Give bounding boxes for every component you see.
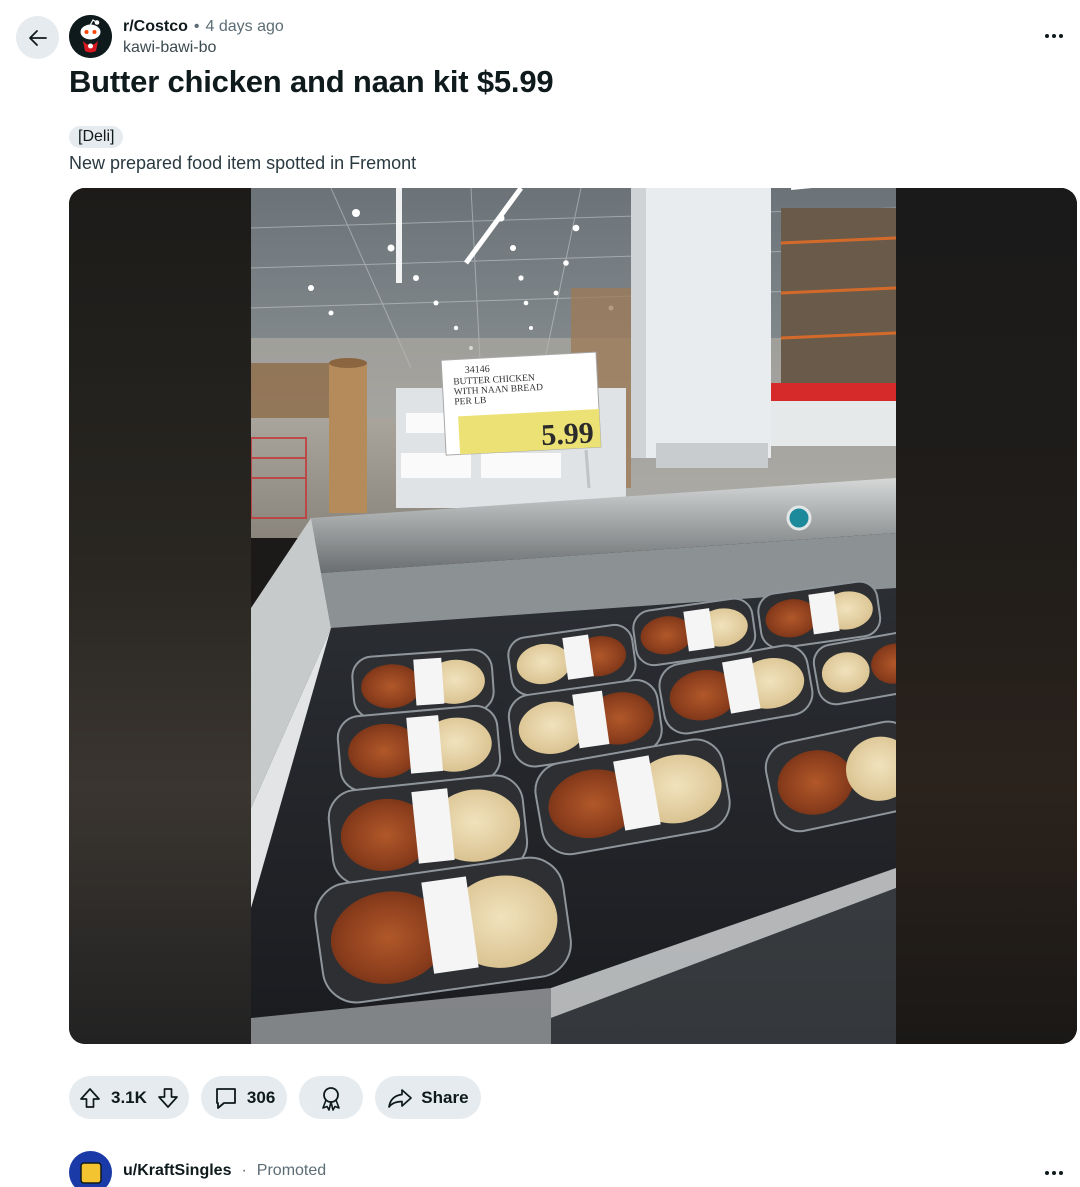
promoted-meta: u/KraftSingles · Promoted (123, 1162, 326, 1180)
post-time: 4 days ago (205, 18, 284, 35)
meta-separator: • (193, 18, 200, 35)
promoted-label: Promoted (256, 1162, 327, 1179)
promoted-user-link[interactable]: u/KraftSingles (123, 1162, 231, 1180)
vote-count: 3.1K (111, 1087, 147, 1107)
image-blur-right (895, 188, 1077, 1044)
share-arrow-icon (388, 1088, 413, 1108)
cheese-slice-icon (79, 1161, 102, 1184)
award-button[interactable] (299, 1076, 364, 1119)
back-button[interactable] (16, 16, 59, 59)
promoted-more-button[interactable] (1042, 1163, 1066, 1183)
post-title[interactable]: Butter chicken and naan kit $5.99 (69, 64, 554, 100)
sign-price: 5.99 (540, 416, 594, 452)
downvote-arrow-icon[interactable] (157, 1087, 179, 1109)
upvote-arrow-icon[interactable] (79, 1087, 101, 1109)
subreddit-avatar[interactable] (69, 15, 112, 58)
comments-button[interactable]: 306 (200, 1076, 288, 1119)
comment-bubble-icon (216, 1087, 236, 1109)
comment-count: 306 (246, 1087, 276, 1107)
sign-line-3: PER LB (454, 396, 486, 408)
snoo-avatar-icon (69, 15, 112, 58)
vote-control: 3.1K (69, 1076, 189, 1119)
post-body: New prepared food item spotted in Fremon… (69, 153, 417, 173)
arrow-left-icon (28, 29, 47, 46)
post-meta: r/Costco • 4 days ago kawi-bawi-bo (123, 17, 284, 58)
promoted-avatar[interactable] (69, 1151, 112, 1187)
post-flair[interactable]: [Deli] (69, 126, 124, 148)
post-image[interactable]: 34146 BUTTER CHICKEN WITH NAAN BREAD PER… (69, 188, 1077, 1044)
post-actions: 3.1K 306 Share (69, 1076, 481, 1119)
share-label: Share (421, 1087, 469, 1107)
more-horizontal-icon (1045, 34, 1063, 38)
promoted-separator: · (241, 1162, 247, 1179)
more-horizontal-icon (1045, 1171, 1063, 1175)
costco-deli-photo: 34146 BUTTER CHICKEN WITH NAAN BREAD PER… (251, 188, 896, 1044)
author-link[interactable]: kawi-bawi-bo (123, 38, 284, 58)
post-more-button[interactable] (1042, 26, 1066, 46)
subreddit-link[interactable]: r/Costco (123, 17, 188, 37)
share-button[interactable]: Share (375, 1076, 481, 1119)
sign-item-number: 34146 (464, 364, 490, 376)
image-blur-left (69, 188, 251, 1044)
award-icon (322, 1086, 341, 1111)
